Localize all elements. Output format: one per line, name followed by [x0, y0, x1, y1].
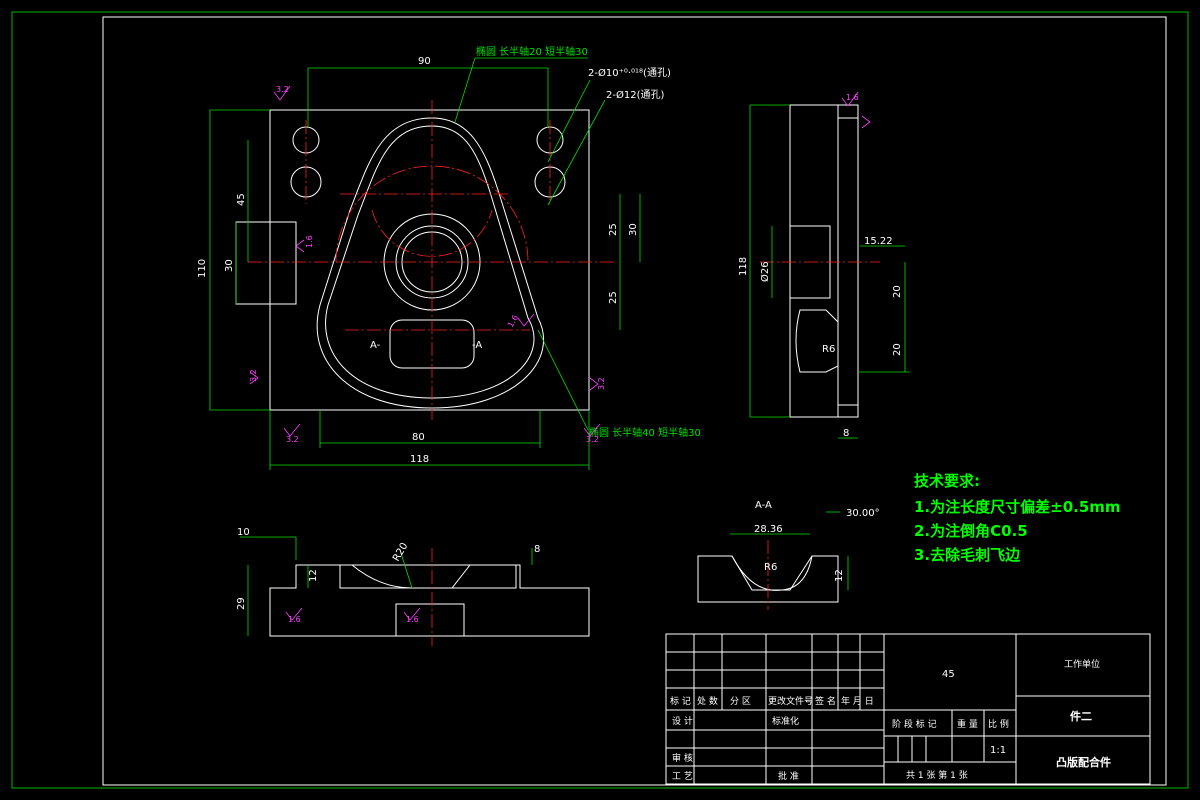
- hole-10-note: 2-Ø10⁺⁰·⁰¹⁸(通孔): [588, 67, 671, 79]
- bot-dim-10: 10: [237, 527, 250, 538]
- tb-header-count: 处 数: [697, 695, 718, 707]
- cad-drawing-canvas: 90 45 110 30 25 25 30 80 118 A- -A 椭圆 长半…: [11, 11, 1189, 789]
- technical-requirements: 技术要求: 1.为注长度尺寸偏差±0.5mm 2.为注倒角C0.5 3.去除毛刺…: [914, 472, 1121, 564]
- svg-text:1.6: 1.6: [305, 235, 314, 248]
- tb-header-change: 更改文件号: [768, 695, 813, 707]
- front-view: [235, 100, 615, 420]
- dim-30-left: 30: [224, 259, 235, 272]
- tb-header-zone: 分 区: [730, 696, 751, 707]
- svg-text:3.2: 3.2: [286, 435, 299, 444]
- svg-text:1.6: 1.6: [406, 615, 419, 624]
- tb-part-no: 件二: [1070, 709, 1092, 723]
- svg-text:1.6: 1.6: [846, 93, 859, 102]
- tb-review: 审 核: [672, 752, 693, 764]
- side-dim-118: 118: [738, 257, 749, 276]
- aa-dim-2836: 28.36: [754, 524, 783, 535]
- tech-title: 技术要求:: [914, 472, 980, 490]
- tech-item-3: 3.去除毛刺飞边: [914, 546, 1021, 564]
- tech-item-1: 1.为注长度尺寸偏差±0.5mm: [914, 498, 1121, 516]
- svg-text:3.2: 3.2: [249, 369, 258, 382]
- dim-30-right: 30: [628, 223, 639, 236]
- side-dim-20: 20: [892, 285, 903, 298]
- section-mark-right: -A: [472, 340, 482, 351]
- tb-scale-label: 比 例: [988, 718, 1009, 730]
- tb-process: 工 艺: [672, 771, 693, 782]
- tb-material: 45: [942, 669, 955, 680]
- dim-90: 90: [418, 56, 431, 67]
- section-a-a: A-A 28.36 30.00° R6 12: [697, 500, 880, 610]
- aa-dim-30deg: 30.00°: [846, 508, 880, 519]
- tb-stage-mark: 阶 段 标 记: [892, 718, 937, 730]
- ellipse-bottom-note: 椭圆 长半轴40 短半轴30: [589, 426, 701, 439]
- side-dim-r6: R6: [822, 344, 835, 355]
- inner-border: [102, 16, 1167, 786]
- tb-standardize: 标准化: [772, 715, 799, 727]
- svg-text:3.2: 3.2: [586, 435, 599, 444]
- tb-sheets: 共 1 张 第 1 张: [906, 769, 968, 781]
- ellipse-top-note: 椭圆 长半轴20 短半轴30: [476, 45, 588, 58]
- svg-text:3.2: 3.2: [597, 377, 606, 390]
- tech-item-2: 2.为注倒角C0.5: [914, 522, 1028, 540]
- tb-header-sign: 签 名: [815, 695, 836, 707]
- tb-part-name: 凸版配合件: [1056, 755, 1111, 769]
- side-view: 118 Ø26 15.22 20 20 R6 8 1.6: [738, 91, 910, 439]
- bot-dim-8: 8: [534, 544, 540, 555]
- tb-weight: 重 量: [957, 718, 978, 730]
- front-view-dims: 90 45 110 30 25 25 30 80 118 A- -A 椭圆 长半…: [197, 45, 701, 470]
- svg-text:3.2: 3.2: [276, 85, 289, 94]
- aa-dim-r6: R6: [764, 562, 777, 573]
- svg-text:1.6: 1.6: [506, 313, 520, 329]
- side-dim-8: 8: [843, 428, 849, 439]
- bot-dim-29: 29: [236, 597, 247, 610]
- dim-25-a: 25: [608, 223, 619, 236]
- bot-dim-12: 12: [308, 569, 319, 582]
- dim-110: 110: [197, 259, 208, 278]
- outer-border: [11, 11, 1189, 789]
- section-mark-left: A-: [370, 340, 381, 351]
- tb-scale: 1:1: [990, 745, 1006, 756]
- tb-header-mark: 标 记: [670, 695, 691, 707]
- dim-25-b: 25: [608, 291, 619, 304]
- dim-80: 80: [412, 432, 425, 443]
- bot-dim-r20: R20: [391, 541, 410, 564]
- tb-company: 工作单位: [1064, 658, 1100, 670]
- dim-45: 45: [236, 193, 247, 206]
- title-block: 标 记 处 数 分 区 更改文件号 签 名 年 月 日 设 计 标准化 审 核 …: [665, 633, 1151, 785]
- aa-dim-12: 12: [834, 569, 845, 582]
- side-dim-26: Ø26: [759, 261, 771, 282]
- tb-approve: 批 准: [778, 770, 799, 782]
- hole-12-note: 2-Ø12(通孔): [606, 89, 664, 101]
- dim-118: 118: [410, 454, 429, 465]
- cam-outer-profile: [316, 117, 544, 409]
- roughness-marks: 3.2 3.2 1.6 3.2 3.2 3.2 1.6: [249, 85, 606, 444]
- side-dim-1522: 15.22: [864, 236, 893, 247]
- bottom-section-view: 10 12 29 R20 8 1.6 1.6: [236, 527, 590, 646]
- svg-text:1.6: 1.6: [288, 615, 301, 624]
- aa-title: A-A: [755, 500, 772, 511]
- tb-header-date: 年 月 日: [841, 695, 874, 707]
- side-dim-20b: 20: [892, 343, 903, 356]
- tb-design: 设 计: [672, 715, 693, 727]
